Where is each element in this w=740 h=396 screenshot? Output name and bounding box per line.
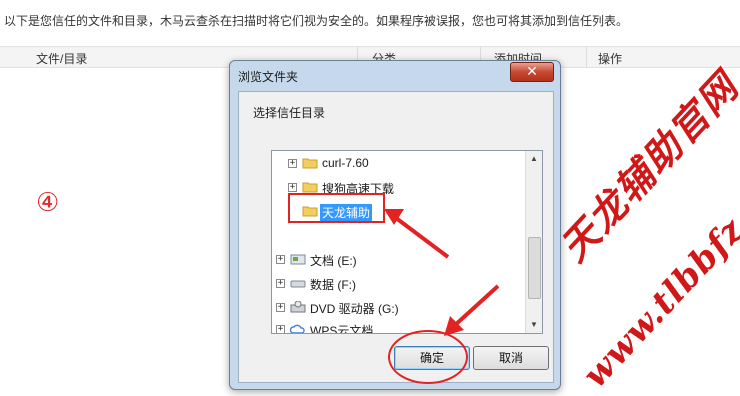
- cloud-icon: [290, 324, 305, 333]
- dialog-title: 浏览文件夹: [238, 70, 299, 84]
- folder-icon: [302, 182, 318, 193]
- tree-item-wps-cloud[interactable]: + WPS云文档: [272, 321, 522, 334]
- scroll-thumb[interactable]: [528, 237, 541, 299]
- close-button[interactable]: ✕: [510, 62, 554, 82]
- expand-icon[interactable]: +: [276, 255, 285, 264]
- dialog-prompt: 选择信任目录: [253, 106, 326, 120]
- expand-icon[interactable]: +: [276, 325, 285, 333]
- tree-item-label: WPS云文档: [310, 324, 374, 334]
- dialog-titlebar[interactable]: 浏览文件夹 ✕: [230, 61, 560, 87]
- tree-item-dvd-g[interactable]: + DVD 驱动器 (G:): [272, 299, 522, 317]
- column-divider: [586, 47, 587, 67]
- column-header-file[interactable]: 文件/目录: [36, 50, 87, 67]
- scroll-down-icon[interactable]: ▼: [526, 317, 542, 333]
- step-marker: ④: [36, 188, 60, 218]
- tree-item-label: 数据 (F:): [310, 278, 356, 292]
- tree-item-drive-e[interactable]: + 文档 (E:): [272, 251, 522, 269]
- vertical-scrollbar[interactable]: ▲ ▼: [525, 151, 542, 333]
- drive-icon: [290, 254, 306, 265]
- tree-item-drive-f[interactable]: + 数据 (F:): [272, 275, 522, 293]
- tree-item-label: curl-7.60: [322, 156, 369, 170]
- tree-item-label: 文档 (E:): [310, 254, 357, 268]
- intro-text: 以下是您信任的文件和目录，木马云查杀在扫描时将它们视为安全的。如果程序被误报，您…: [4, 14, 629, 28]
- tree-item-curl[interactable]: + curl-7.60: [272, 155, 522, 173]
- dvd-drive-icon: [290, 301, 306, 313]
- expand-icon[interactable]: +: [276, 279, 285, 288]
- folder-tree[interactable]: + curl-7.60 + 搜狗高速下载 天龙辅助 + 文档 (E:) + 数据…: [271, 150, 543, 334]
- drive-icon: [290, 280, 306, 288]
- folder-icon: [302, 158, 318, 169]
- tree-item-label: DVD 驱动器 (G:): [310, 302, 399, 316]
- scroll-up-icon[interactable]: ▲: [526, 151, 542, 167]
- highlight-box: [288, 193, 385, 223]
- close-icon: ✕: [526, 63, 538, 79]
- expand-icon[interactable]: +: [276, 303, 285, 312]
- column-header-action[interactable]: 操作: [598, 50, 622, 67]
- cancel-button[interactable]: 取消: [473, 346, 549, 370]
- expand-icon[interactable]: +: [288, 183, 297, 192]
- highlight-ellipse: [388, 330, 468, 384]
- expand-icon[interactable]: +: [288, 159, 297, 168]
